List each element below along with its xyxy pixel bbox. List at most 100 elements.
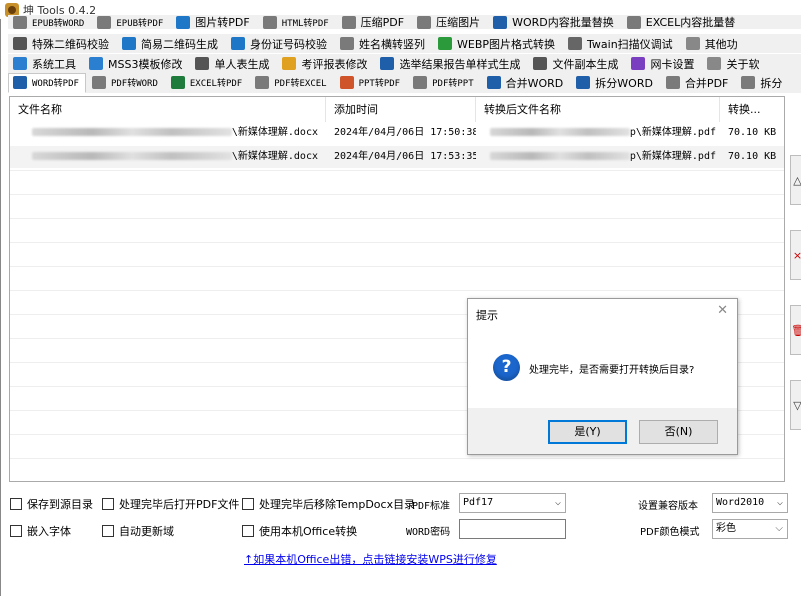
tab[interactable]: EXCEL内容批量替 bbox=[622, 15, 742, 29]
tab[interactable]: 特殊二维码校验 bbox=[8, 35, 116, 53]
image-icon bbox=[438, 37, 452, 50]
scroll-down-button[interactable]: ▽ bbox=[790, 380, 801, 430]
message-dialog: 提示 ✕ ? 处理完毕，是否需要打开转换后目录? 是(Y) 否(N) bbox=[467, 298, 738, 455]
tab[interactable]: Twain扫描仪调试 bbox=[563, 35, 680, 53]
tab[interactable]: WEBP图片格式转换 bbox=[433, 35, 562, 53]
delete-button[interactable]: 🗑 bbox=[790, 305, 801, 355]
added-time-cell: 2024年/04月/06日 17:50:38 bbox=[334, 127, 476, 138]
tab[interactable]: 网卡设置 bbox=[626, 55, 701, 73]
tab[interactable]: 压缩PDF bbox=[337, 15, 411, 29]
table-row[interactable]: \新媒体理解.docx 2024年/04月/06日 17:50:38 p\新媒体… bbox=[10, 122, 784, 144]
tab[interactable]: EPUB转WORD bbox=[8, 15, 91, 29]
close-icon: × bbox=[792, 249, 801, 262]
redacted-path bbox=[489, 152, 630, 160]
tab[interactable]: 合并PDF bbox=[661, 74, 735, 92]
checkbox-box[interactable] bbox=[242, 498, 254, 510]
pdf-standard-select[interactable]: Pdf17 ⌵ bbox=[459, 493, 566, 513]
added-time-cell: 2024年/04月/06日 17:53:35 bbox=[334, 151, 476, 162]
grid-line bbox=[10, 242, 784, 243]
window-left-edge bbox=[0, 0, 1, 596]
size-cell: 70.10 KB bbox=[728, 151, 777, 162]
tab[interactable]: 拆分 bbox=[736, 74, 789, 92]
tab-label: WORD内容批量替换 bbox=[512, 16, 614, 29]
tab-label: 身份证号码校验 bbox=[250, 37, 327, 51]
embed-fonts-checkbox[interactable]: 嵌入字体 bbox=[10, 523, 71, 539]
tab-label: 图片转PDF bbox=[195, 16, 250, 29]
tab[interactable]: 简易二维码生成 bbox=[117, 35, 225, 53]
close-icon[interactable]: ✕ bbox=[717, 303, 728, 318]
column-header-source-name[interactable]: 文件名称 bbox=[10, 97, 326, 122]
tab-label: PPT转PDF bbox=[358, 79, 401, 89]
pdf-icon bbox=[91, 76, 106, 89]
tab[interactable]: 关于软 bbox=[702, 55, 766, 73]
auto-update-fields-checkbox[interactable]: 自动更新域 bbox=[102, 523, 174, 539]
tab[interactable]: PDF转PPT bbox=[408, 74, 481, 92]
checkbox-box[interactable] bbox=[10, 525, 22, 537]
compat-version-select[interactable]: Word2010 ⌵ bbox=[712, 493, 788, 513]
checkbox-box[interactable] bbox=[242, 525, 254, 537]
install-wps-link[interactable]: ↑如果本机Office出错，点击链接安装WPS进行修复 bbox=[244, 551, 497, 567]
tab[interactable]: WORD转PDF bbox=[8, 72, 86, 93]
tab-label: 其他功 bbox=[704, 37, 738, 51]
no-button[interactable]: 否(N) bbox=[639, 420, 718, 444]
source-file-name: \新媒体理解.docx bbox=[231, 151, 318, 162]
excel-icon bbox=[170, 76, 185, 89]
yes-button[interactable]: 是(Y) bbox=[548, 420, 627, 444]
tab[interactable]: PDF转WORD bbox=[87, 74, 165, 92]
table-row[interactable]: \新媒体理解.docx 2024年/04月/06日 17:53:35 p\新媒体… bbox=[10, 146, 784, 168]
remove-temp-checkbox[interactable]: 处理完毕后移除TempDocx目录 bbox=[242, 496, 415, 512]
tab[interactable]: 合并WORD bbox=[482, 74, 571, 92]
tab-label: 特殊二维码校验 bbox=[32, 37, 109, 51]
word-icon bbox=[13, 76, 27, 89]
tab[interactable]: 单人表生成 bbox=[190, 55, 276, 73]
checkbox-box[interactable] bbox=[102, 498, 114, 510]
open-pdf-after-checkbox[interactable]: 处理完毕后打开PDF文件 bbox=[102, 496, 239, 512]
doc-icon bbox=[13, 15, 27, 29]
column-header-added-time[interactable]: 添加时间 bbox=[326, 97, 476, 122]
tab-label: EXCEL内容批量替 bbox=[645, 16, 736, 29]
tab[interactable]: EPUB转PDF bbox=[92, 15, 170, 29]
pdf-color-mode-select[interactable]: 彩色 ⌵ bbox=[712, 519, 788, 539]
tab[interactable]: 文件副本生成 bbox=[528, 55, 625, 73]
save-to-source-checkbox[interactable]: 保存到源目录 bbox=[10, 496, 93, 512]
tab[interactable]: PPT转PDF bbox=[335, 74, 408, 92]
tab[interactable]: MSS3模板修改 bbox=[84, 55, 189, 73]
use-local-office-checkbox[interactable]: 使用本机Office转换 bbox=[242, 523, 357, 539]
tab[interactable]: 选举结果报告单样式生成 bbox=[375, 55, 527, 73]
source-name-cell: \新媒体理解.docx bbox=[10, 146, 326, 168]
tab[interactable]: EXCEL转PDF bbox=[166, 74, 249, 92]
dialog-message: 处理完毕，是否需要打开转换后目录? bbox=[529, 365, 695, 376]
output-name-cell: p\新媒体理解.pdf bbox=[476, 122, 720, 144]
tab[interactable]: 其他功 bbox=[681, 35, 745, 53]
tab-row-2: 特殊二维码校验 简易二维码生成 身份证号码校验 姓名横转竖列 WEBP图片格式转换 Twa… bbox=[8, 34, 801, 53]
compress-icon bbox=[417, 15, 432, 29]
pdf-color-mode-value: 彩色 bbox=[716, 523, 736, 534]
column-header-output-name[interactable]: 转换后文件名称 bbox=[476, 97, 720, 122]
column-header-size[interactable]: 转换... bbox=[720, 97, 784, 122]
ppt-icon bbox=[339, 76, 354, 89]
tab[interactable]: 系统工具 bbox=[8, 55, 83, 73]
tab[interactable]: 考评报表修改 bbox=[277, 55, 374, 73]
more-icon bbox=[685, 37, 700, 50]
edit-icon bbox=[282, 57, 297, 70]
tab-label: EPUB转WORD bbox=[32, 18, 85, 29]
tab[interactable]: 压缩图片 bbox=[412, 15, 487, 29]
scroll-up-button[interactable]: △ bbox=[790, 155, 801, 205]
word-password-input[interactable] bbox=[459, 519, 566, 539]
doc-icon bbox=[97, 15, 112, 29]
tab[interactable]: 拆分WORD bbox=[571, 74, 660, 92]
tab[interactable]: 身份证号码校验 bbox=[226, 35, 334, 53]
tab-label: Twain扫描仪调试 bbox=[587, 37, 673, 51]
checkbox-box[interactable] bbox=[10, 498, 22, 510]
tab[interactable]: WORD内容批量替换 bbox=[488, 15, 621, 29]
tab[interactable]: 图片转PDF bbox=[171, 15, 256, 29]
checkbox-box[interactable] bbox=[102, 525, 114, 537]
merge-icon bbox=[486, 76, 501, 89]
tab[interactable]: PDF转EXCEL bbox=[250, 74, 333, 92]
qrcode-icon bbox=[122, 37, 136, 50]
remove-button[interactable]: × bbox=[790, 230, 801, 280]
grid-line bbox=[10, 458, 784, 459]
tab[interactable]: 姓名横转竖列 bbox=[335, 35, 432, 53]
size-cell: 70.10 KB bbox=[728, 127, 777, 138]
tab[interactable]: HTML转PDF bbox=[258, 15, 336, 29]
